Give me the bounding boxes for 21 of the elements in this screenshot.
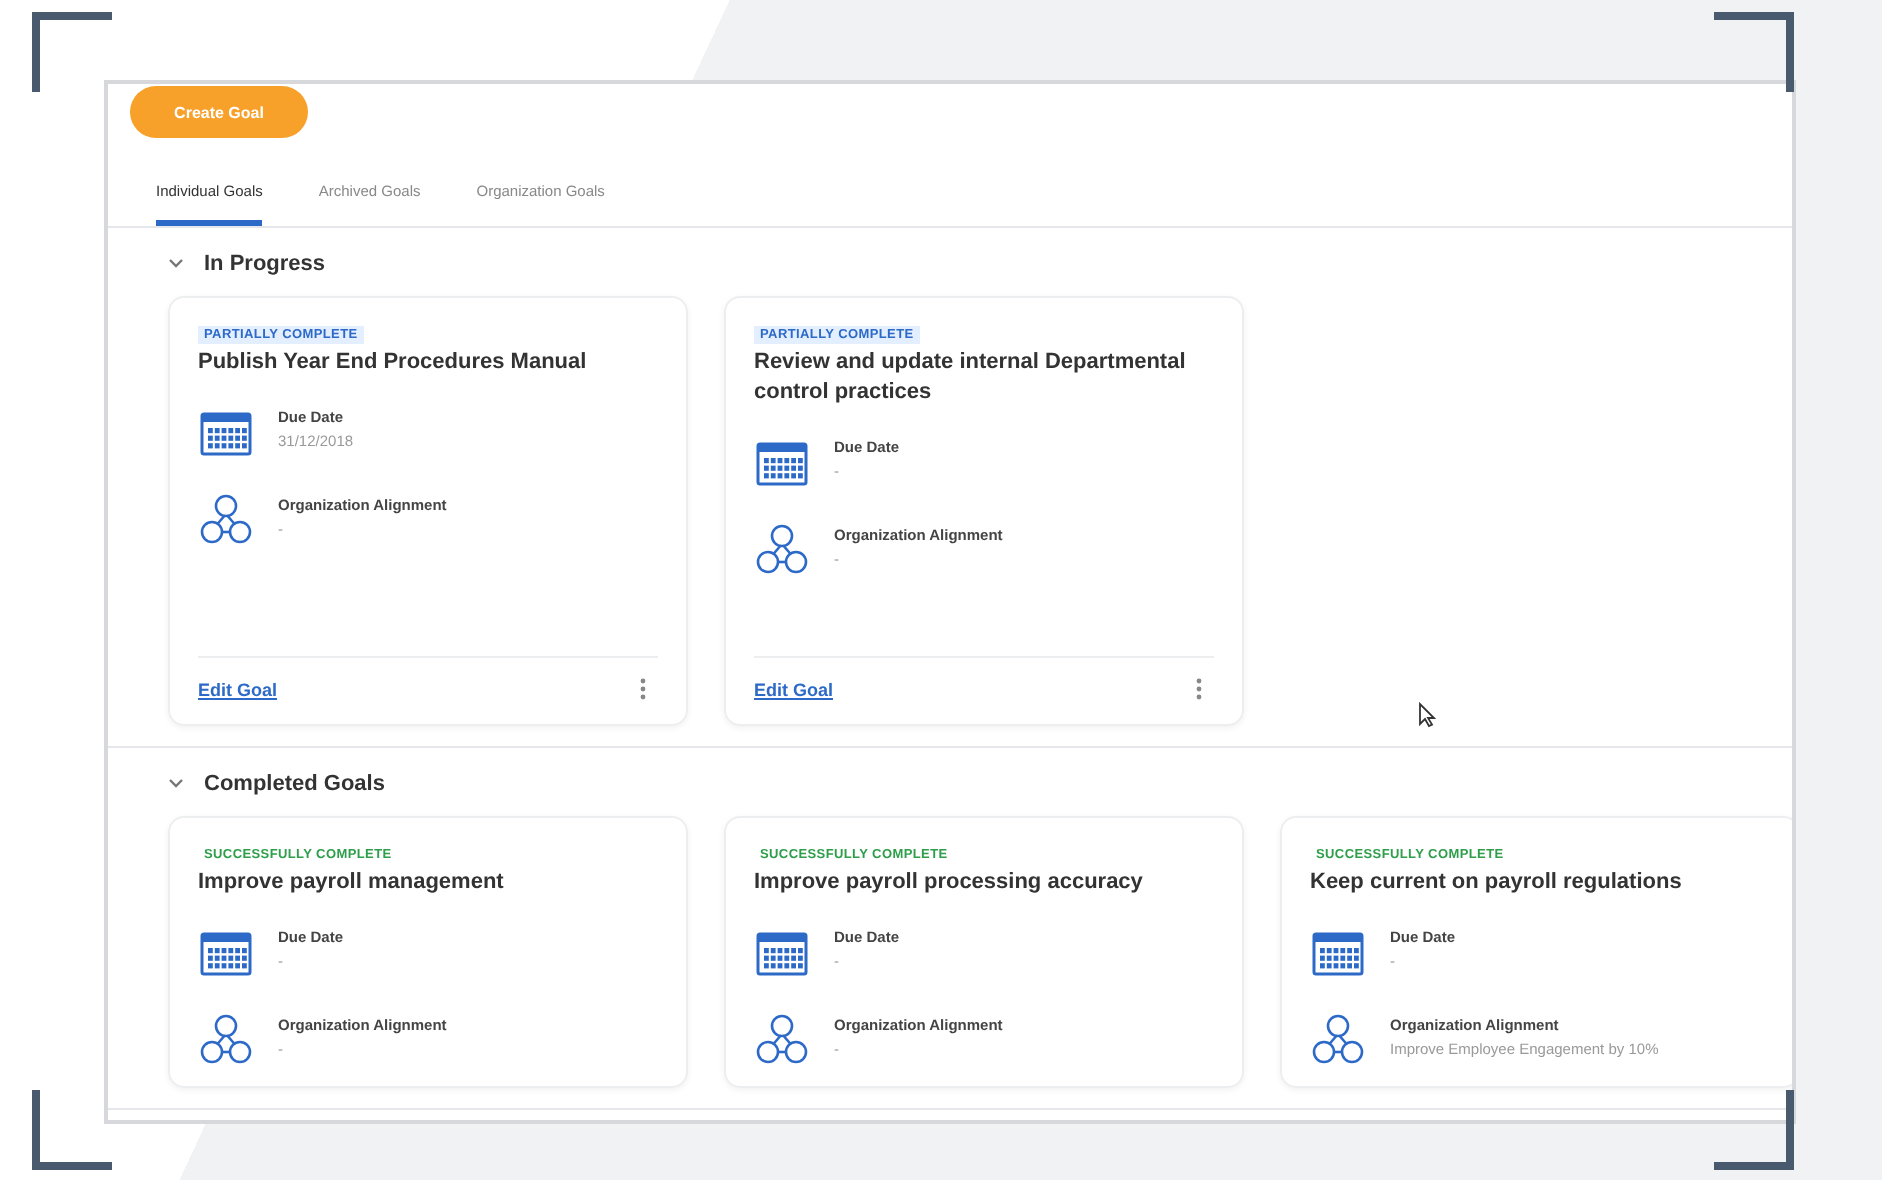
goal-title: Review and update internal Departmental control practices	[754, 348, 1188, 408]
people-network-icon	[198, 1014, 254, 1066]
goal-title: Keep current on payroll regulations	[1310, 868, 1684, 898]
goal-title: Improve payroll management	[198, 868, 506, 898]
mouse-pointer-icon	[1418, 702, 1436, 728]
people-network-icon	[198, 494, 254, 546]
people-network-icon	[754, 1014, 810, 1066]
goal-title: Improve payroll processing accuracy	[754, 868, 1145, 898]
chevron-icon	[168, 258, 184, 270]
frame-corner-icon	[32, 1086, 116, 1170]
chevron-icon	[168, 778, 184, 790]
people-network-icon	[1310, 1014, 1366, 1066]
frame-corner-icon	[32, 12, 116, 96]
section-header[interactable]: Completed Goals	[168, 748, 385, 816]
section-header[interactable]: In Progress	[168, 228, 326, 296]
frame-corner-icon	[1710, 12, 1794, 96]
goal-title: Publish Year End Procedures Manual	[198, 348, 589, 378]
edit-goal-link[interactable]: Edit Goal	[198, 679, 278, 699]
edit-goal-link[interactable]: Edit Goal	[754, 679, 834, 699]
frame-corner-icon	[1710, 1086, 1794, 1170]
people-network-icon	[754, 524, 810, 576]
